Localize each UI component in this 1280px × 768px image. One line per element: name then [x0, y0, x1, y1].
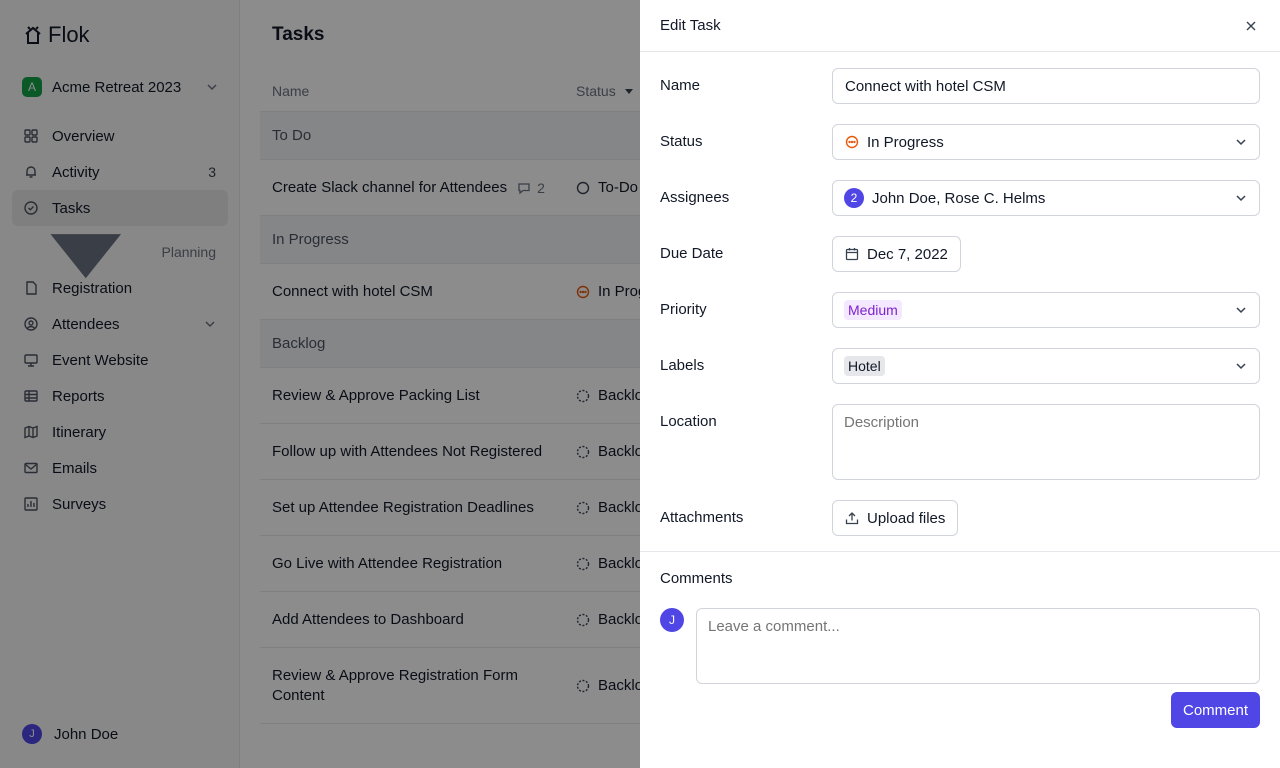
assignees-label: Assignees — [660, 189, 730, 206]
upload-icon — [845, 512, 859, 525]
assignees-count-badge: 2 — [844, 188, 864, 208]
due-date-value: Dec 7, 2022 — [867, 245, 948, 263]
upload-files-label: Upload files — [867, 509, 946, 527]
calendar-icon — [845, 248, 859, 261]
comments-title: Comments — [660, 570, 733, 587]
comment-input[interactable] — [696, 608, 1260, 684]
assignees-value: John Doe, Rose C. Helms — [872, 189, 1046, 207]
chevron-down-icon — [1236, 195, 1246, 202]
status-label: Status — [660, 133, 703, 150]
status-value: In Progress — [867, 133, 944, 151]
close-icon[interactable] — [1244, 19, 1258, 33]
priority-select[interactable]: Medium — [832, 292, 1260, 328]
chevron-down-icon — [1236, 363, 1246, 370]
labels-select[interactable]: Hotel — [832, 348, 1260, 384]
location-label: Location — [660, 413, 717, 430]
due-date-label: Due Date — [660, 245, 724, 262]
upload-files-button[interactable]: Upload files — [832, 500, 959, 536]
chevron-down-icon — [1236, 139, 1246, 146]
edit-task-panel: Edit Task Name Connect with hotel CSM St… — [640, 0, 1280, 768]
assignees-select[interactable]: 2 John Doe, Rose C. Helms — [832, 180, 1260, 216]
labels-label: Labels — [660, 357, 705, 374]
status-select[interactable]: In Progress — [832, 124, 1260, 160]
priority-chip: Medium — [844, 299, 902, 320]
due-date-picker[interactable]: Dec 7, 2022 — [832, 236, 961, 272]
avatar: J — [660, 608, 684, 632]
attachments-label: Attachments — [660, 509, 744, 526]
panel-header: Edit Task — [640, 0, 1280, 52]
in-progress-status-icon — [845, 135, 859, 149]
location-textarea[interactable] — [832, 404, 1260, 480]
divider — [640, 551, 1280, 552]
name-field-value: Connect with hotel CSM — [845, 77, 1006, 95]
panel-title: Edit Task — [660, 17, 721, 34]
name-field[interactable]: Connect with hotel CSM — [832, 68, 1260, 104]
name-label: Name — [660, 77, 701, 94]
label-chip: Hotel — [844, 355, 885, 376]
comment-button[interactable]: Comment — [1171, 692, 1260, 728]
chevron-down-icon — [1236, 307, 1246, 314]
priority-label: Priority — [660, 301, 707, 318]
